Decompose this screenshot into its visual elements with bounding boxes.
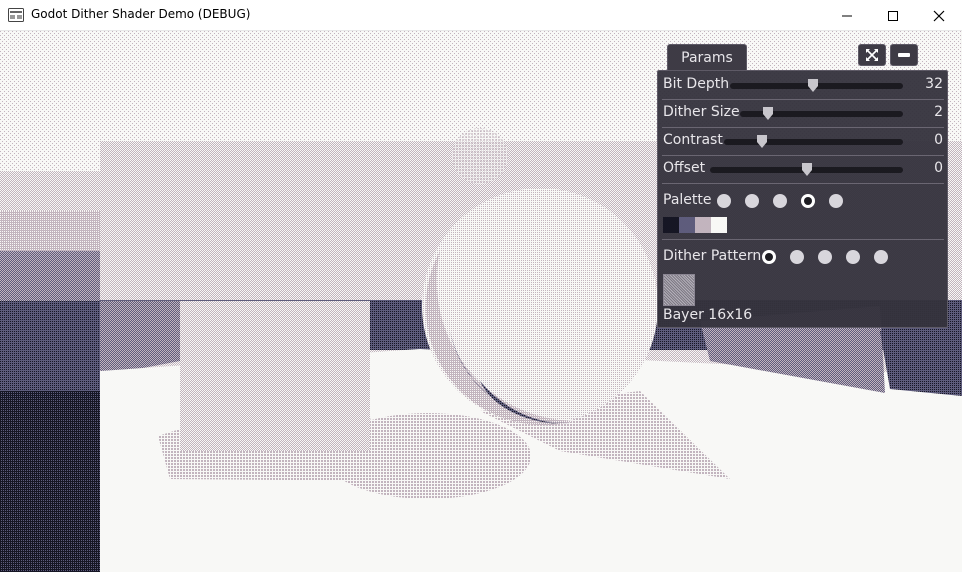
maximize-button[interactable] <box>870 0 916 31</box>
offset-value: 0 <box>934 160 943 176</box>
dither-pattern-radio-3[interactable] <box>818 250 832 264</box>
palette-radio-3[interactable] <box>773 194 787 208</box>
window-title: Godot Dither Shader Demo (DEBUG) <box>31 7 251 21</box>
slider-grabber[interactable] <box>808 79 819 92</box>
palette-swatch <box>663 217 679 233</box>
dither-size-label: Dither Size <box>663 104 740 120</box>
slider-row-contrast: Contrast 0 <box>658 127 947 155</box>
bit-depth-label: Bit Depth <box>663 76 730 92</box>
palette-swatch <box>695 217 711 233</box>
contrast-slider[interactable] <box>724 135 903 148</box>
dither-pattern-preview <box>663 274 695 306</box>
dither-pattern-radio-5[interactable] <box>874 250 888 264</box>
slider-row-dither-size: Dither Size 2 <box>658 99 947 127</box>
offset-slider[interactable] <box>710 163 903 176</box>
dither-pattern-radio-1[interactable] <box>762 250 776 264</box>
collapse-panel-button[interactable] <box>890 44 918 66</box>
params-panel: Bit Depth 32 Dither Size 2 Contrast 0 Of… <box>657 70 948 328</box>
bit-depth-value: 32 <box>925 76 943 92</box>
contrast-value: 0 <box>934 132 943 148</box>
palette-row: Palette <box>658 187 947 215</box>
dither-size-value: 2 <box>934 104 943 120</box>
palette-radio-2[interactable] <box>745 194 759 208</box>
palette-label: Palette <box>663 192 712 208</box>
bit-depth-slider[interactable] <box>730 79 903 92</box>
minimize-icon <box>842 15 852 16</box>
separator <box>662 239 944 240</box>
maximize-icon <box>888 10 898 21</box>
palette-swatch <box>711 217 727 233</box>
expand-icon <box>866 49 878 61</box>
dither-pattern-name: Bayer 16x16 <box>663 307 753 323</box>
palette-radio-4[interactable] <box>801 194 815 208</box>
palette-radio-5[interactable] <box>829 194 843 208</box>
slider-grabber[interactable] <box>762 107 773 120</box>
dither-pattern-radio-4[interactable] <box>846 250 860 264</box>
contrast-label: Contrast <box>663 132 723 148</box>
separator <box>662 183 944 184</box>
window-titlebar: Godot Dither Shader Demo (DEBUG) <box>0 0 962 31</box>
fullscreen-button[interactable] <box>858 44 886 66</box>
offset-label: Offset <box>663 160 706 176</box>
close-button[interactable] <box>916 0 962 31</box>
dither-pattern-label: Dither Pattern <box>663 248 762 264</box>
slider-row-bit-depth: Bit Depth 32 <box>658 71 947 99</box>
godot-app-icon <box>8 8 24 22</box>
slider-grabber[interactable] <box>801 163 812 176</box>
dither-pattern-row: Dither Pattern <box>658 243 947 271</box>
palette-radio-1[interactable] <box>717 194 731 208</box>
tab-params[interactable]: Params <box>667 44 747 70</box>
dither-pattern-radio-2[interactable] <box>790 250 804 264</box>
palette-swatch <box>679 217 695 233</box>
close-icon <box>933 10 945 21</box>
slider-grabber[interactable] <box>756 135 767 148</box>
minimize-button[interactable] <box>824 0 870 31</box>
minus-icon <box>898 53 910 57</box>
dither-size-slider[interactable] <box>740 107 903 120</box>
slider-row-offset: Offset 0 <box>658 155 947 183</box>
